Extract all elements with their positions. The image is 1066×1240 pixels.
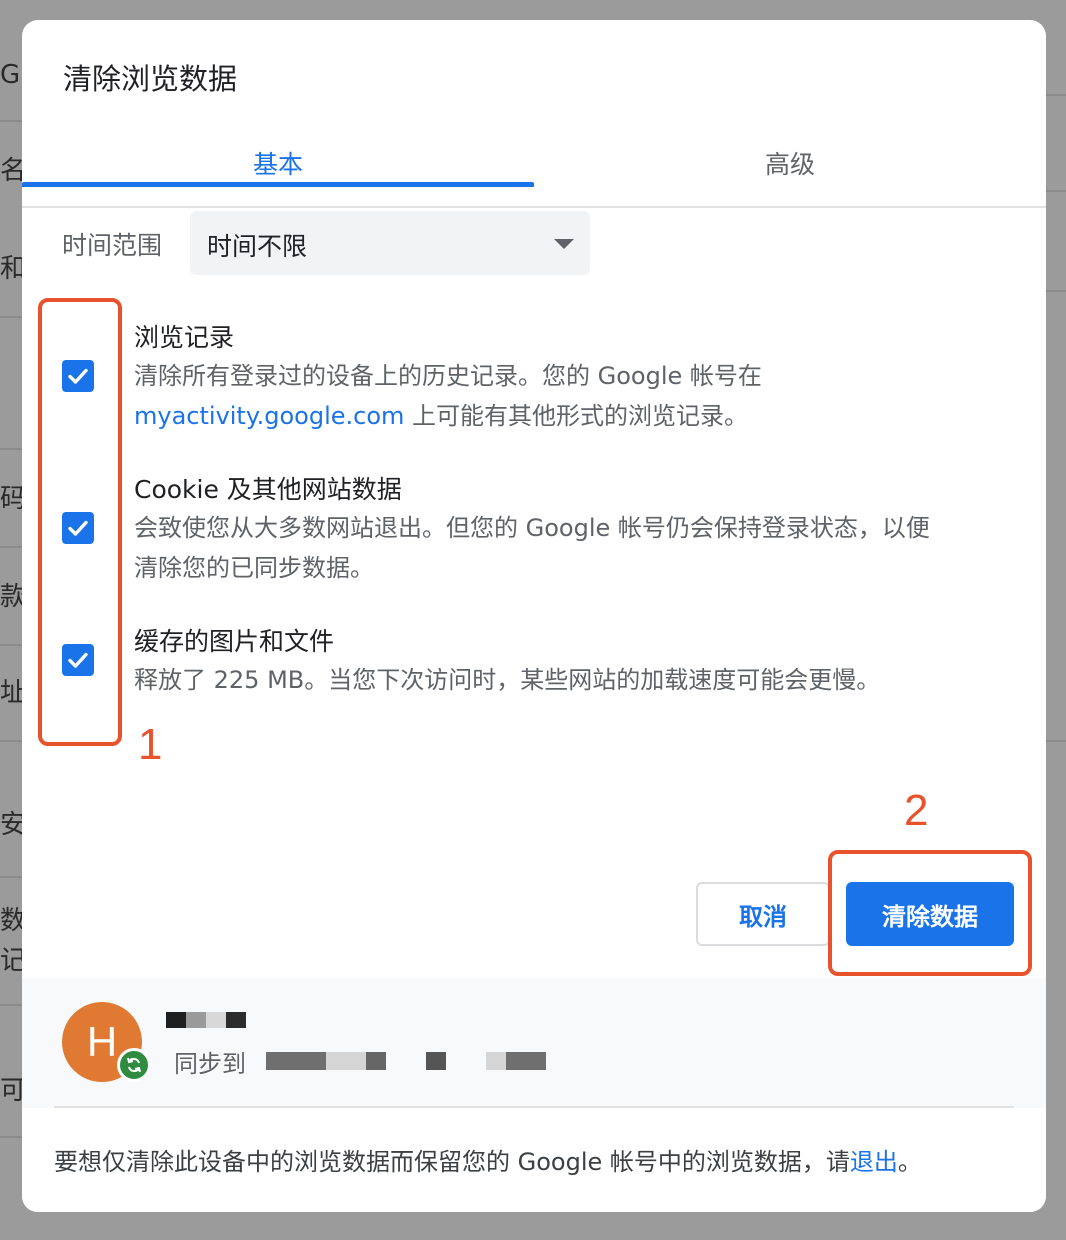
bg-divider (1044, 190, 1066, 192)
bg-divider (0, 546, 24, 548)
sync-icon (117, 1048, 151, 1082)
bg-text: 记 (0, 946, 24, 976)
active-tab-indicator (22, 182, 534, 187)
browsing-history-title: 浏览记录 (134, 323, 235, 352)
sync-label: 同步到 (174, 1050, 246, 1078)
bg-text: 名称 (0, 156, 24, 186)
bg-divider (1044, 290, 1066, 292)
bg-text: 数 (0, 906, 24, 936)
myactivity-link[interactable]: myactivity.google.com (134, 402, 404, 430)
time-range-value: 时间不限 (207, 232, 308, 261)
sign-out-note-text: 要想仅清除此设备中的浏览数据而保留您的 Google 帐号中的浏览数据，请 (54, 1148, 850, 1176)
time-range-label: 时间范围 (62, 231, 163, 260)
annotation-box-1 (38, 298, 122, 746)
sign-out-link[interactable]: 退出 (850, 1148, 898, 1176)
browsing-history-desc-suffix: 上可能有其他形式的浏览记录。 (404, 402, 749, 430)
cookies-desc-line1: 会致使您从大多数网站退出。但您的 Google 帐号仍会保持登录状态，以便 (134, 514, 930, 542)
annotation-box-2 (828, 850, 1032, 976)
bg-text: 码 (0, 484, 24, 514)
dropdown-arrow-icon (554, 239, 574, 249)
bg-divider (0, 120, 24, 122)
browsing-history-desc-line1: 清除所有登录过的设备上的历史记录。您的 Google 帐号在 (134, 362, 762, 390)
annotation-number-1: 1 (138, 720, 163, 769)
bg-divider (0, 876, 24, 878)
bg-divider (0, 1136, 24, 1138)
cache-desc: 释放了 225 MB。当您下次访问时，某些网站的加载速度可能会更慢。 (134, 660, 1014, 700)
browsing-history-desc: 清除所有登录过的设备上的历史记录。您的 Google 帐号在 myactivit… (134, 356, 1014, 436)
bg-text: 址 (0, 678, 24, 708)
tab-bar: 基本 高级 (22, 120, 1046, 208)
bg-text: 可 (0, 1076, 24, 1106)
bg-divider (1044, 740, 1066, 742)
cookies-desc-line2: 清除您的已同步数据。 (134, 554, 374, 582)
sync-arrows-icon (127, 1057, 141, 1073)
bg-divider (0, 448, 24, 450)
tab-advanced[interactable]: 高级 (534, 120, 1046, 206)
bg-text: 款 (0, 582, 24, 612)
bg-text: G (0, 60, 21, 90)
bg-text: 和 (0, 254, 24, 284)
browsing-history-desc-line2: myactivity.google.com 上可能有其他形式的浏览记录。 (134, 396, 1014, 436)
cache-desc-line1: 释放了 225 MB。当您下次访问时，某些网站的加载速度可能会更慢。 (134, 666, 881, 694)
cancel-button[interactable]: 取消 (696, 882, 830, 946)
footer-divider (54, 1106, 1014, 1108)
bg-divider (0, 644, 24, 646)
bg-divider (1044, 94, 1066, 96)
bg-divider (0, 740, 24, 742)
cookies-title: Cookie 及其他网站数据 (134, 475, 402, 504)
dialog-title: 清除浏览数据 (63, 62, 238, 96)
sign-out-note-end: 。 (897, 1148, 922, 1176)
sign-out-note: 要想仅清除此设备中的浏览数据而保留您的 Google 帐号中的浏览数据，请退出。 (54, 1142, 922, 1177)
cookies-desc: 会致使您从大多数网站退出。但您的 Google 帐号仍会保持登录状态，以便 清除… (134, 508, 1014, 588)
tab-basic[interactable]: 基本 (22, 120, 534, 206)
time-range-select[interactable]: 时间不限 (190, 211, 590, 275)
cache-title: 缓存的图片和文件 (134, 627, 335, 656)
annotation-number-2: 2 (904, 786, 929, 835)
bg-text: 安 (0, 810, 24, 840)
bg-divider (0, 1004, 24, 1006)
bg-divider (0, 316, 24, 318)
clear-browsing-data-dialog: 清除浏览数据 基本 高级 时间范围 时间不限 浏览记录 清除所有登录过的设备上的… (22, 20, 1046, 1212)
